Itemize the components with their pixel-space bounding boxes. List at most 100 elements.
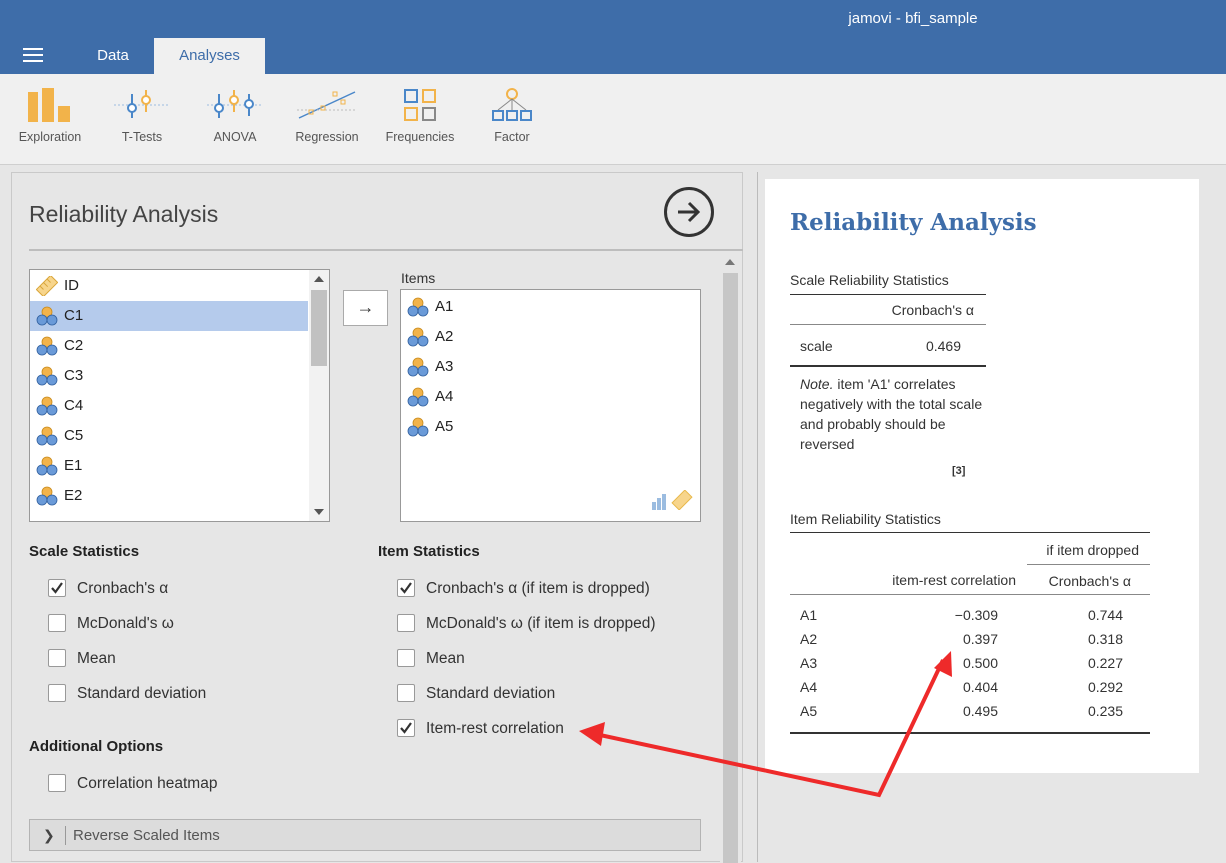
variable-name: E1: [64, 457, 83, 474]
table-rule: [790, 365, 986, 367]
alpha-dropped-value: 0.744: [1087, 607, 1123, 623]
checkbox-box[interactable]: [397, 719, 415, 737]
arrow-right-circle-icon: [678, 201, 701, 223]
item-row-label: A2: [800, 631, 818, 647]
anova-icon: [207, 90, 263, 118]
table-rule: [790, 324, 986, 325]
options-scroll-thumb[interactable]: [723, 273, 738, 863]
tab-analyses[interactable]: Analyses: [154, 38, 265, 74]
scale-row-label: scale: [800, 338, 833, 354]
variable-name: C2: [64, 337, 84, 354]
frequencies-label: Frequencies: [385, 130, 455, 144]
divider: [65, 826, 66, 845]
move-to-items-button[interactable]: →: [343, 290, 388, 326]
checkbox-box[interactable]: [48, 684, 66, 702]
checkbox-box[interactable]: [48, 579, 66, 597]
factor-icon: [492, 88, 532, 121]
variable-item-c2[interactable]: C2: [30, 331, 308, 361]
variable-list[interactable]: ID C1 C2 C3 C4 C5 E1 E2: [29, 269, 330, 522]
scroll-thumb[interactable]: [311, 290, 327, 366]
run-analysis-button[interactable]: [664, 187, 714, 237]
item-name: A2: [435, 328, 454, 345]
ordinal-variable-icon: [407, 417, 429, 448]
checkbox-label: Cronbach's α (if item is dropped): [426, 580, 650, 597]
item-a3[interactable]: A3: [401, 352, 691, 382]
items-list[interactable]: A1 A2 A3 A4 A5: [400, 289, 701, 522]
variable-item-e2[interactable]: E2: [30, 481, 308, 511]
allowed-types-icon: [652, 489, 694, 515]
window-title: jamovi - bfi_sample: [848, 10, 978, 27]
variable-list-scrollbar[interactable]: [309, 270, 329, 521]
scroll-down-icon[interactable]: [314, 509, 324, 515]
checkbox-box[interactable]: [397, 684, 415, 702]
checkbox-label: McDonald's ω (if item is dropped): [426, 615, 656, 632]
reverse-scaled-items-toggle[interactable]: ❯ Reverse Scaled Items: [29, 819, 701, 851]
item-a1[interactable]: A1: [401, 292, 691, 322]
variable-item-c1[interactable]: C1: [30, 301, 308, 331]
variable-item-e1[interactable]: E1: [30, 451, 308, 481]
reverse-scaled-items-label: Reverse Scaled Items: [73, 827, 220, 844]
exploration-icon: [28, 88, 70, 122]
item-rest-header: item-rest correlation: [892, 572, 1016, 588]
items-label: Items: [401, 270, 436, 286]
scroll-up-icon[interactable]: [725, 259, 735, 265]
item-name: A1: [435, 298, 454, 315]
anova-label: ANOVA: [213, 130, 257, 144]
variable-item-c3[interactable]: C3: [30, 361, 308, 391]
item-table-title: Item Reliability Statistics: [790, 511, 941, 527]
regression-button[interactable]: Regression: [281, 88, 373, 144]
checkbox-box[interactable]: [397, 614, 415, 632]
variable-name: ID: [64, 277, 79, 294]
item-rest-value: −0.309: [954, 607, 998, 623]
t-tests-label: T-Tests: [121, 130, 163, 144]
tab-data[interactable]: Data: [78, 38, 148, 74]
reference-marker: [3]: [952, 465, 966, 477]
factor-button[interactable]: Factor: [466, 88, 558, 144]
item-rest-value: 0.404: [962, 679, 998, 695]
item-rest-value: 0.500: [962, 655, 998, 671]
scale-table-header: Cronbach's α: [891, 302, 974, 318]
checkbox-label: Standard deviation: [426, 685, 556, 702]
checkbox-box[interactable]: [48, 774, 66, 792]
item-a5[interactable]: A5: [401, 412, 691, 442]
results-panel: Reliability Analysis Scale Reliability S…: [765, 179, 1199, 773]
variable-name: C1: [64, 307, 84, 324]
item-row-label: A4: [800, 679, 818, 695]
anova-button[interactable]: ANOVA: [189, 88, 281, 144]
variable-item-id[interactable]: ID: [30, 271, 308, 301]
checkbox-label: McDonald's ω: [77, 615, 174, 632]
item-a2[interactable]: A2: [401, 322, 691, 352]
item-name: A5: [435, 418, 454, 435]
variable-name: C3: [64, 367, 84, 384]
checkbox-label: Cronbach's α: [77, 580, 169, 597]
checkbox-box[interactable]: [397, 579, 415, 597]
alpha-dropped-value: 0.292: [1087, 679, 1123, 695]
frequencies-button[interactable]: Frequencies: [374, 88, 466, 144]
scale-statistics-title: Scale Statistics: [29, 543, 140, 560]
variable-item-c4[interactable]: C4: [30, 391, 308, 421]
item-rest-value: 0.397: [962, 631, 998, 647]
checkbox-box[interactable]: [397, 649, 415, 667]
item-row-label: A1: [800, 607, 818, 623]
t-tests-button[interactable]: T-Tests: [96, 88, 188, 144]
results-title: Reliability Analysis: [790, 209, 1037, 236]
scroll-up-icon[interactable]: [314, 276, 324, 282]
checkbox-box[interactable]: [48, 649, 66, 667]
frequencies-icon: [404, 89, 436, 121]
item-a4[interactable]: A4: [401, 382, 691, 412]
item-name: A4: [435, 388, 454, 405]
variable-item-c5[interactable]: C5: [30, 421, 308, 451]
item-row-label: A5: [800, 703, 818, 719]
exploration-label: Exploration: [18, 130, 82, 144]
options-scrollbar[interactable]: [720, 253, 741, 863]
alpha-dropped-value: 0.318: [1087, 631, 1123, 647]
exploration-button[interactable]: Exploration: [4, 88, 96, 144]
panel-splitter[interactable]: [757, 172, 758, 862]
hamburger-menu-icon[interactable]: [23, 48, 43, 62]
checkbox-box[interactable]: [48, 614, 66, 632]
group-header-rule: [1027, 564, 1150, 565]
variable-name: E2: [64, 487, 83, 504]
checkbox-label: Standard deviation: [77, 685, 207, 702]
regression-label: Regression: [295, 130, 359, 144]
title-bar: jamovi - bfi_sample Data Analyses: [0, 0, 1226, 74]
